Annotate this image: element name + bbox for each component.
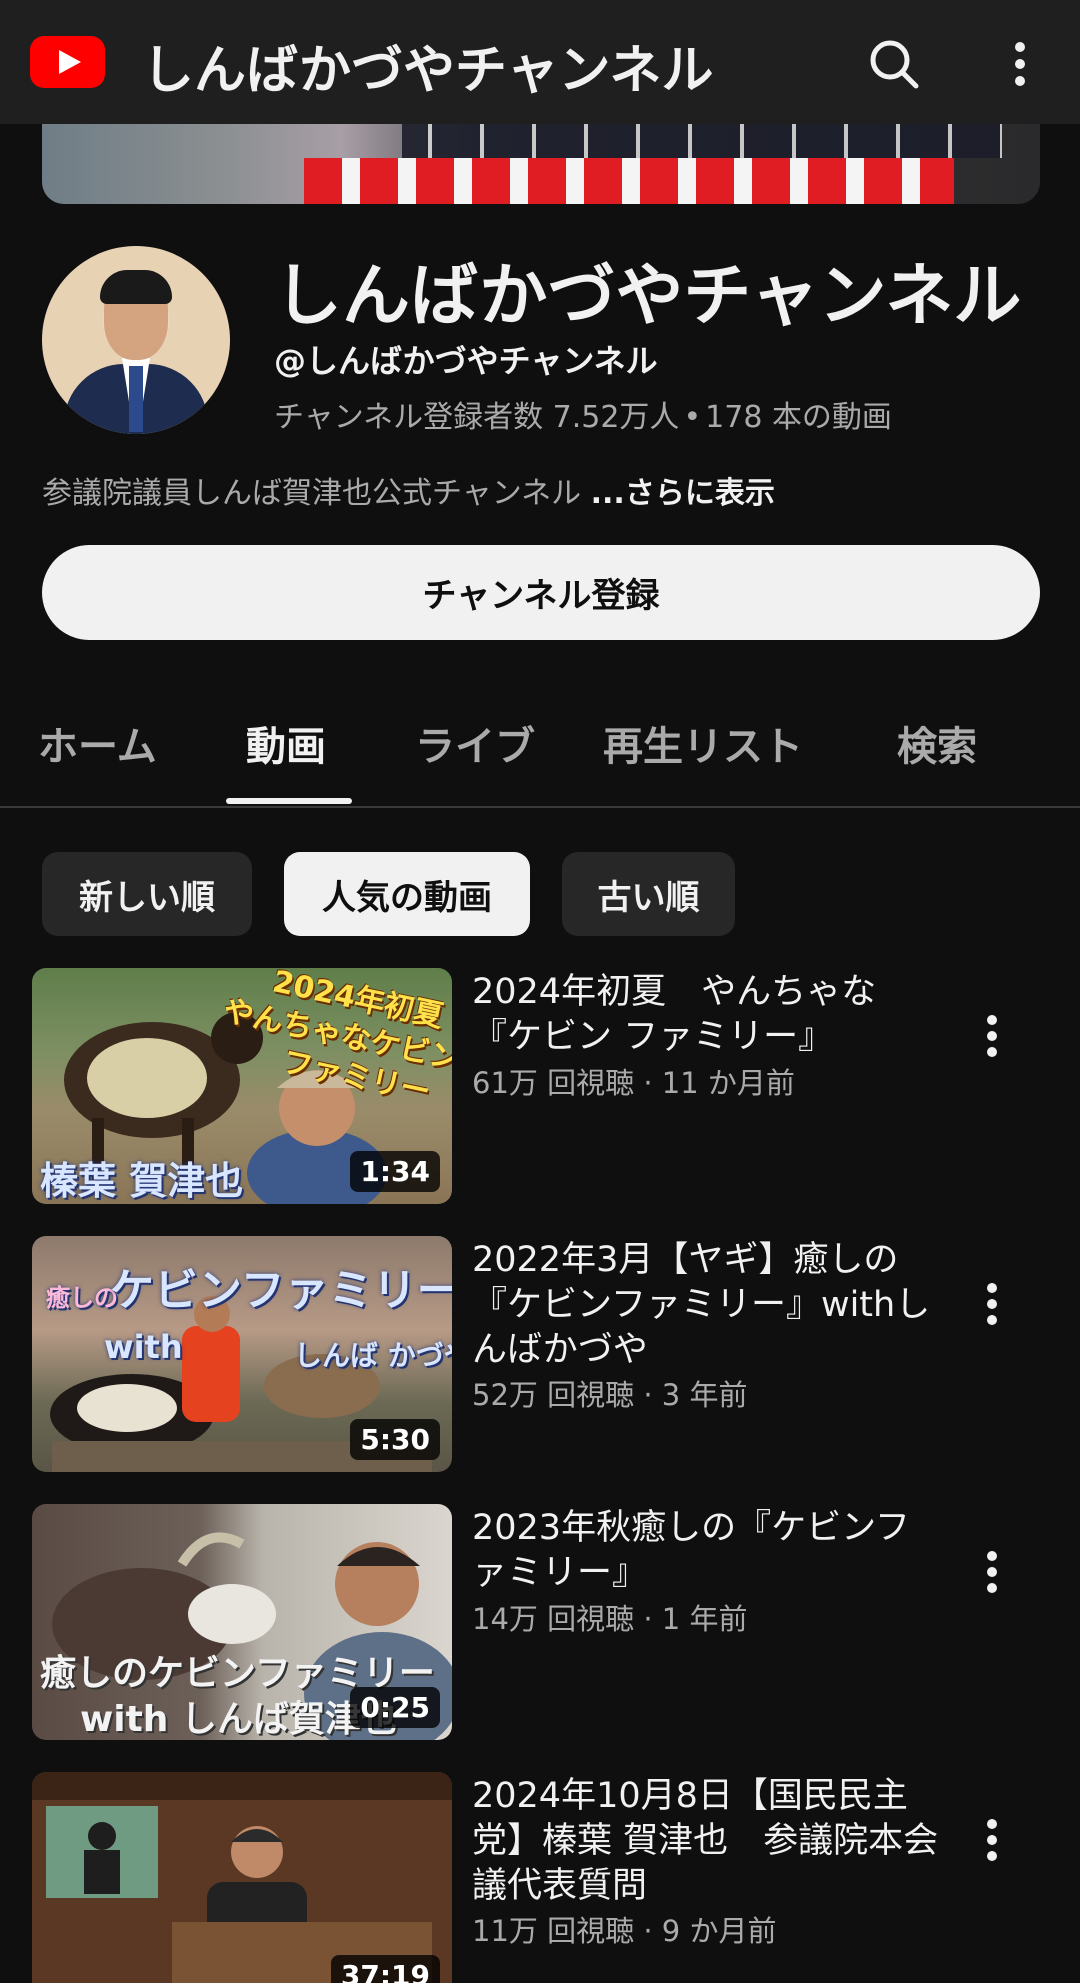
tab-playlists[interactable]: 再生リスト bbox=[603, 714, 803, 772]
video-meta: 11万 回視聴 · 9 か月前 bbox=[472, 1914, 777, 1948]
tab-videos[interactable]: 動画 bbox=[246, 714, 326, 772]
video-meta: 52万 回視聴 · 3 年前 bbox=[472, 1378, 748, 1412]
channel-name: しんばかづやチャンネル bbox=[274, 257, 1022, 336]
video-count: 178 本の動画 bbox=[705, 400, 892, 435]
video-thumbnail[interactable]: 癒しのケビンファミリー with しんば賀津也 0:25 bbox=[32, 1504, 452, 1740]
show-more-link[interactable]: ...さらに表示 bbox=[591, 476, 775, 511]
video-thumbnail[interactable]: 2024年初夏 やんちゃなケビン ファミリー 榛葉 賀津也 1:34 bbox=[32, 968, 452, 1204]
channel-description[interactable]: 参議院議員しんば賀津也公式チャンネル ...さらに表示 bbox=[42, 468, 775, 512]
tab-home[interactable]: ホーム bbox=[38, 714, 157, 772]
banner-image-stage bbox=[304, 158, 954, 204]
video-title[interactable]: 2024年10月8日【国民民主党】榛葉 賀津也 参議院本会議代表質問 bbox=[472, 1774, 942, 1909]
channel-stats: チャンネル登録者数 7.52万人 • 178 本の動画 bbox=[274, 392, 892, 436]
video-duration: 37:19 bbox=[330, 1955, 440, 1983]
video-thumbnail[interactable]: 癒しの ケビンファミリー with しんば かづや 5:30 bbox=[32, 1236, 452, 1472]
video-meta: 14万 回視聴 · 1 年前 bbox=[472, 1602, 748, 1636]
channel-avatar[interactable] bbox=[42, 246, 230, 434]
tab-search[interactable]: 検索 bbox=[897, 714, 977, 772]
subscribe-button[interactable]: チャンネル登録 bbox=[42, 545, 1040, 640]
video-item[interactable]: 癒しの ケビンファミリー with しんば かづや 5:30 2022年3月【ヤ… bbox=[32, 1236, 1052, 1472]
video-item[interactable]: 37:19 2024年10月8日【国民民主党】榛葉 賀津也 参議院本会議代表質問… bbox=[32, 1772, 1052, 1983]
search-icon[interactable] bbox=[866, 36, 922, 92]
description-text: 参議院議員しんば賀津也公式チャンネル bbox=[42, 476, 591, 511]
chip-oldest[interactable]: 古い順 bbox=[562, 852, 735, 936]
more-vert-icon[interactable] bbox=[972, 1542, 1012, 1602]
stats-separator: • bbox=[683, 400, 702, 435]
video-item[interactable]: 癒しのケビンファミリー with しんば賀津也 0:25 2023年秋癒しの『ケ… bbox=[32, 1504, 1052, 1740]
more-vert-icon[interactable] bbox=[972, 1810, 1012, 1870]
chip-newest[interactable]: 新しい順 bbox=[42, 852, 252, 936]
video-thumbnail[interactable]: 37:19 bbox=[32, 1772, 452, 1983]
channel-handle: @しんばかづやチャンネル bbox=[274, 342, 658, 380]
channel-banner bbox=[42, 124, 1040, 204]
video-meta: 61万 回視聴 · 11 か月前 bbox=[472, 1066, 795, 1100]
youtube-logo-icon[interactable] bbox=[30, 36, 105, 88]
more-vert-icon[interactable] bbox=[972, 1274, 1012, 1334]
app-bar: しんばかづやチャンネル bbox=[0, 0, 1080, 124]
video-title[interactable]: 2022年3月【ヤギ】癒しの『ケビンファミリー』withしんばかづや bbox=[472, 1238, 942, 1373]
video-item[interactable]: 2024年初夏 やんちゃなケビン ファミリー 榛葉 賀津也 1:34 2024年… bbox=[32, 968, 1052, 1204]
app-title: しんばかづやチャンネル bbox=[142, 41, 714, 101]
more-vert-icon[interactable] bbox=[1000, 36, 1040, 92]
video-duration: 1:34 bbox=[350, 1151, 440, 1192]
video-duration: 5:30 bbox=[350, 1419, 440, 1460]
video-title[interactable]: 2023年秋癒しの『ケビンファミリー』 bbox=[472, 1506, 942, 1596]
video-duration: 0:25 bbox=[350, 1687, 440, 1728]
more-vert-icon[interactable] bbox=[972, 1006, 1012, 1066]
chip-popular[interactable]: 人気の動画 bbox=[284, 852, 530, 936]
active-tab-indicator bbox=[226, 798, 352, 804]
channel-tabs: ホーム 動画 ライブ 再生リスト 検索 bbox=[0, 690, 1080, 808]
parliament-illustration bbox=[32, 1772, 452, 1983]
video-title[interactable]: 2024年初夏 やんちゃな『ケビン ファミリー』 bbox=[472, 970, 942, 1060]
subscriber-count: チャンネル登録者数 7.52万人 bbox=[274, 400, 680, 435]
tab-live[interactable]: ライブ bbox=[415, 714, 535, 772]
banner-image-people bbox=[402, 124, 1002, 158]
